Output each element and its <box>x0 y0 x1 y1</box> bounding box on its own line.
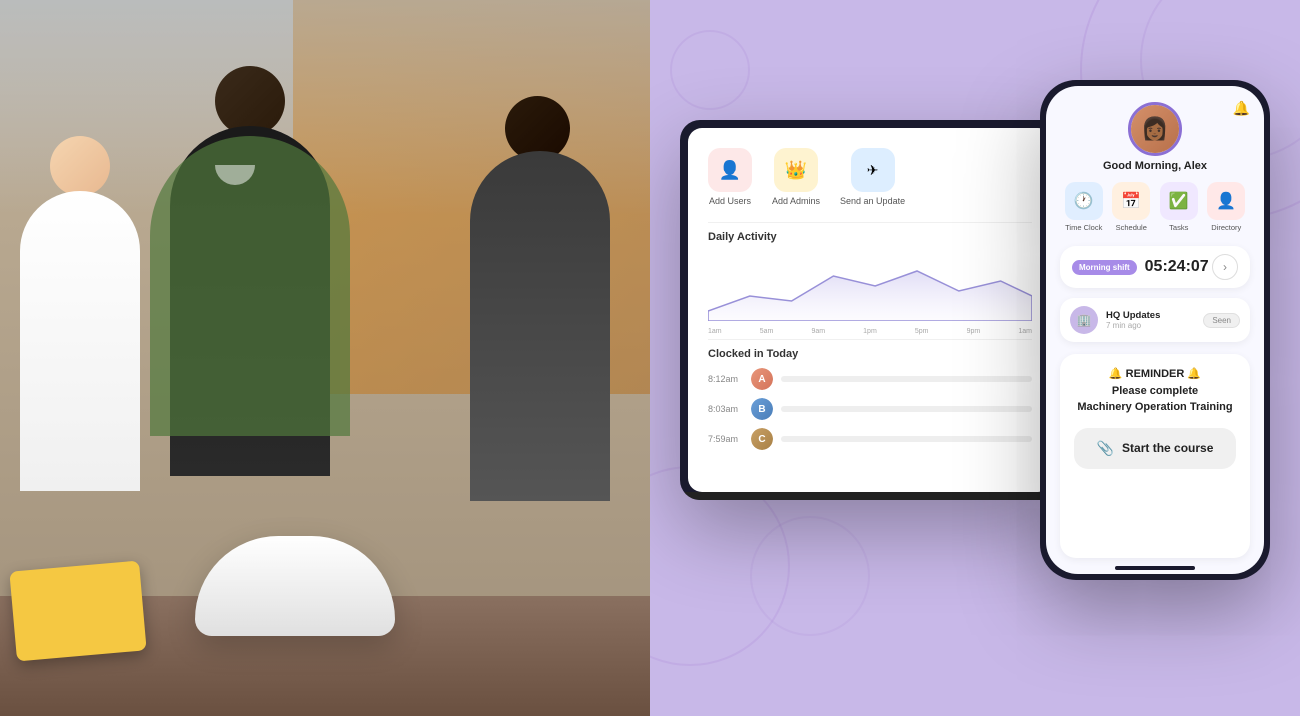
update-title: HQ Updates <box>1106 310 1203 321</box>
clocked-avatar-2: B <box>751 398 773 420</box>
start-course-label: Start the course <box>1122 441 1213 455</box>
daily-activity-chart: 1am 5am 9am 1pm 5pm 9pm 1am <box>708 251 1032 331</box>
phone-greeting: Good Morning, Alex <box>1103 160 1207 172</box>
clocked-bar-2 <box>781 406 1032 412</box>
add-admins-icon: 👑 <box>774 148 818 192</box>
clocked-row-3: 7:59am C <box>708 428 1032 450</box>
update-row[interactable]: 🏢 HQ Updates 7 min ago Seen <box>1060 298 1250 342</box>
schedule-label: Schedule <box>1116 223 1147 232</box>
timer-arrow-button[interactable]: › <box>1212 254 1238 280</box>
divider-2 <box>708 339 1032 340</box>
laptop-icon-send-update: ✈ Send an Update <box>840 148 905 206</box>
clocked-row-1: 8:12am A <box>708 368 1032 390</box>
phone-timer: 05:24:07 <box>1145 258 1212 276</box>
clocked-time-3: 7:59am <box>708 434 743 444</box>
reminder-line3: Machinery Operation Training <box>1077 401 1232 413</box>
clocked-row-2: 8:03am B <box>708 398 1032 420</box>
send-update-icon: ✈ <box>851 148 895 192</box>
divider-1 <box>708 222 1032 223</box>
phone-quick-actions: 🕐 Time Clock 📅 Schedule ✅ Tasks 👤 Direct… <box>1060 182 1250 232</box>
phone-avatar-section: 👩🏾 Good Morning, Alex <box>1060 102 1250 172</box>
morning-shift-badge: Morning shift <box>1072 260 1137 275</box>
phone-screen: 🔔 👩🏾 Good Morning, Alex 🕐 Tim <box>1046 86 1264 574</box>
action-directory[interactable]: 👤 Directory <box>1207 182 1245 232</box>
avatar-image: 👩🏾 <box>1131 105 1179 153</box>
update-icon: 🏢 <box>1070 306 1098 334</box>
phone-device: 🔔 👩🏾 Good Morning, Alex 🕐 Tim <box>1040 80 1270 580</box>
clocked-time-2: 8:03am <box>708 404 743 414</box>
clocked-time-1: 8:12am <box>708 374 743 384</box>
phone-avatar: 👩🏾 <box>1128 102 1182 156</box>
update-time: 7 min ago <box>1106 321 1203 330</box>
directory-label: Directory <box>1211 223 1241 232</box>
add-admins-label: Add Admins <box>772 196 820 206</box>
chart-x-labels: 1am 5am 9am 1pm 5pm 9pm 1am <box>708 328 1032 335</box>
laptop-device: 👤 Add Users 👑 Add Admins ✈ Send an Updat… <box>680 120 1060 500</box>
send-update-label: Send an Update <box>840 196 905 206</box>
tasks-icon: ✅ <box>1160 182 1198 220</box>
action-tasks[interactable]: ✅ Tasks <box>1160 182 1198 232</box>
start-course-icon: 📎 <box>1097 440 1114 457</box>
clocked-bar-1 <box>781 376 1032 382</box>
add-users-label: Add Users <box>709 196 751 206</box>
reminder-label: REMINDER <box>1126 368 1185 380</box>
clocked-in-title: Clocked in Today <box>708 348 1032 360</box>
left-panel <box>0 0 650 716</box>
seen-badge: Seen <box>1203 313 1240 328</box>
directory-icon: 👤 <box>1207 182 1245 220</box>
clocked-avatar-3: C <box>751 428 773 450</box>
update-text: HQ Updates 7 min ago <box>1106 310 1203 330</box>
schedule-icon: 📅 <box>1112 182 1150 220</box>
right-panel: 👤 Add Users 👑 Add Admins ✈ Send an Updat… <box>650 0 1300 716</box>
laptop-icons-row: 👤 Add Users 👑 Add Admins ✈ Send an Updat… <box>708 148 1032 206</box>
timer-row: Morning shift 05:24:07 › <box>1060 246 1250 288</box>
add-users-icon: 👤 <box>708 148 752 192</box>
reminder-text: 🔔 REMINDER 🔔 Please complete Machinery O… <box>1074 366 1236 416</box>
photo-background <box>0 0 650 716</box>
phone-bottom-bar <box>1115 566 1195 570</box>
start-course-button[interactable]: 📎 Start the course <box>1074 428 1236 469</box>
laptop-icon-add-admins: 👑 Add Admins <box>772 148 820 206</box>
deco-circle-5 <box>670 30 750 110</box>
phone-content: 🔔 👩🏾 Good Morning, Alex 🕐 Tim <box>1046 86 1264 574</box>
time-clock-label: Time Clock <box>1065 223 1102 232</box>
reminder-emoji-bell-2: 🔔 <box>1187 368 1201 380</box>
bell-icon: 🔔 <box>1233 100 1250 117</box>
reminder-section: 🔔 REMINDER 🔔 Please complete Machinery O… <box>1060 354 1250 558</box>
clocked-avatar-1: A <box>751 368 773 390</box>
daily-activity-title: Daily Activity <box>708 231 1032 243</box>
laptop-screen: 👤 Add Users 👑 Add Admins ✈ Send an Updat… <box>688 128 1052 492</box>
action-time-clock[interactable]: 🕐 Time Clock <box>1065 182 1103 232</box>
reminder-emoji-bell: 🔔 <box>1109 368 1123 380</box>
reminder-line2: Please complete <box>1112 385 1198 397</box>
laptop-icon-add-users: 👤 Add Users <box>708 148 752 206</box>
action-schedule[interactable]: 📅 Schedule <box>1112 182 1150 232</box>
deco-circle-4 <box>750 516 870 636</box>
laptop-content: 👤 Add Users 👑 Add Admins ✈ Send an Updat… <box>688 128 1052 492</box>
time-clock-icon: 🕐 <box>1065 182 1103 220</box>
clocked-bar-3 <box>781 436 1032 442</box>
tasks-label: Tasks <box>1169 223 1188 232</box>
